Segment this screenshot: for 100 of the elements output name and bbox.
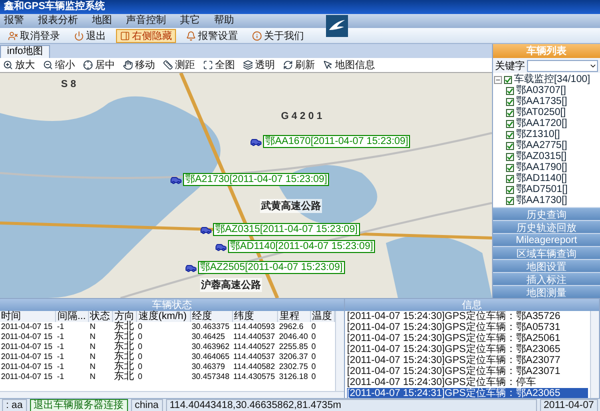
- map-tool-button[interactable]: 透明: [242, 58, 276, 72]
- tree-item[interactable]: 鄂AT0250[]: [516, 107, 566, 118]
- checkbox[interactable]: [506, 196, 514, 204]
- checkbox[interactable]: [506, 108, 514, 116]
- column-header[interactable]: 间隔...: [56, 311, 89, 322]
- map-tool-button[interactable]: 全图: [202, 58, 236, 72]
- column-header[interactable]: 里程: [278, 311, 310, 322]
- menu-item[interactable]: 帮助: [214, 15, 234, 27]
- status-text: 2011-04-07: [540, 398, 598, 411]
- tree-item[interactable]: 鄂AA1735[]: [516, 96, 568, 107]
- tree-item[interactable]: 鄂AD7501[]: [516, 184, 568, 195]
- table-cell-text: 东北: [112, 332, 135, 342]
- vehicle-label: 鄂AZ0315[2011-04-07 15:23:09]: [213, 223, 360, 236]
- table-cell-text: 3206.37: [278, 352, 309, 362]
- checkbox[interactable]: [506, 86, 514, 94]
- toolbar-button[interactable]: 关于我们: [248, 28, 308, 42]
- menu-item[interactable]: 声音控制: [126, 15, 166, 27]
- checkbox[interactable]: [506, 120, 514, 128]
- table-cell: 0: [136, 322, 191, 332]
- map-tool-button[interactable]: 移动: [122, 58, 156, 72]
- table-cell: 30.463375: [190, 322, 232, 332]
- toolbar-button[interactable]: 退出: [70, 28, 110, 42]
- table-cell-text: 东北: [112, 352, 135, 362]
- scrollbar[interactable]: [0, 391, 344, 398]
- tree-item[interactable]: 车载监控[34/100]: [514, 74, 590, 85]
- tree-item[interactable]: 鄂AA2775[]: [516, 140, 568, 151]
- table-cell-text: 30.46379: [190, 362, 226, 372]
- tree-item[interactable]: 鄂AZ0315[]: [516, 151, 567, 162]
- tree-item[interactable]: 鄂Z1310[]: [516, 129, 560, 140]
- map-tool-button[interactable]: 放大: [2, 58, 36, 72]
- log-entry[interactable]: [2011-04-07 15:24:30]GPS定位车辆：鄂A25061: [347, 333, 588, 344]
- zoom-in-icon: [3, 60, 13, 70]
- checkbox[interactable]: [506, 186, 514, 194]
- tree-item[interactable]: 鄂AA1730[]: [516, 195, 568, 206]
- log-entry[interactable]: [2011-04-07 15:24:30]GPS定位车辆：鄂A23071: [347, 366, 588, 377]
- map-tool-button[interactable]: 地图信息: [322, 58, 376, 72]
- column-header[interactable]: 经度: [190, 311, 232, 322]
- column-header[interactable]: 速度(km/h): [136, 311, 191, 322]
- toolbar-button[interactable]: 报警设置: [182, 28, 242, 42]
- table-cell-text: 0: [310, 332, 317, 342]
- checkbox[interactable]: [506, 174, 514, 182]
- scrollbar[interactable]: [590, 311, 599, 398]
- map-tool-button[interactable]: 居中: [82, 58, 116, 72]
- checkbox[interactable]: [504, 76, 512, 84]
- status-text: 退出车辆服务器连接: [30, 398, 128, 411]
- table-cell-text: 30.464065: [190, 352, 230, 362]
- toolbar-button[interactable]: 取消登录: [4, 28, 64, 42]
- tree-item[interactable]: 鄂AD1140[]: [516, 173, 567, 184]
- column-header[interactable]: 方向: [112, 311, 137, 322]
- checkbox[interactable]: [506, 130, 514, 138]
- menu-item[interactable]: 报警: [4, 15, 24, 27]
- table-cell-text: N: [88, 362, 97, 372]
- table-cell: 2962.6: [278, 322, 310, 332]
- log-entry[interactable]: [2011-04-07 15:24:30]GPS定位车辆：停车: [347, 377, 588, 388]
- map-tool-button[interactable]: 缩小: [42, 58, 76, 72]
- log-entry[interactable]: [2011-04-07 15:24:30]GPS定位车辆：鄂A35726: [347, 311, 588, 322]
- checkbox[interactable]: [506, 152, 514, 160]
- table-cell-text: 0: [310, 362, 317, 372]
- menu-item[interactable]: 报表分析: [38, 15, 78, 27]
- log-entry[interactable]: [2011-04-07 15:24:31]GPS定位车辆：鄂A23065: [347, 388, 588, 399]
- checkbox[interactable]: [506, 98, 514, 106]
- tree-expander-icon[interactable]: [494, 76, 502, 84]
- menu-item[interactable]: 其它: [180, 15, 200, 27]
- panel-icon: [120, 30, 130, 40]
- vehicle-label: 鄂AA1670[2011-04-07 15:23:09]: [263, 135, 410, 148]
- map-tool-button[interactable]: 刷新: [282, 58, 316, 72]
- scrollbar[interactable]: [335, 311, 344, 391]
- checkbox[interactable]: [506, 164, 514, 172]
- column-header[interactable]: 温度: [310, 311, 334, 322]
- tree-item[interactable]: 鄂A03707[]: [516, 85, 566, 96]
- road-label: 沪蓉高速公路: [200, 278, 262, 292]
- power-icon: [74, 30, 84, 40]
- table-cell-text: 0: [136, 372, 144, 382]
- toolbar-button[interactable]: 右侧隐藏: [116, 28, 176, 42]
- map-tool-button[interactable]: 测距: [162, 58, 196, 72]
- column-header[interactable]: 纬度: [232, 311, 278, 322]
- user-cross-icon: [8, 30, 18, 40]
- vehicle-label: 鄂AD1140[2011-04-07 15:23:09]: [228, 240, 376, 253]
- map-tab[interactable]: info地图: [0, 45, 50, 58]
- tree-item[interactable]: 鄂AA1790[]: [516, 162, 568, 173]
- ruler-icon: [163, 60, 173, 70]
- menu-item[interactable]: 地图: [92, 15, 112, 27]
- column-header[interactable]: 时间: [0, 311, 56, 322]
- table-cell-text: 2011-04-07 15: [0, 362, 54, 372]
- tree-item[interactable]: 鄂AA1720[]: [516, 118, 568, 129]
- checkbox[interactable]: [506, 142, 514, 150]
- table-cell-text: 2302.75: [278, 362, 309, 372]
- log-entry[interactable]: [2011-04-07 15:24:30]GPS定位车辆：鄂A05731: [347, 322, 588, 333]
- table-cell-text: 2011-04-07 15: [0, 342, 54, 352]
- log-entry[interactable]: [2011-04-07 15:24:30]GPS定位车辆：鄂A23077: [347, 355, 588, 366]
- pointer-icon: [323, 60, 333, 70]
- table-cell-text: N: [88, 352, 97, 362]
- table-cell-text: 114.440537: [232, 352, 276, 362]
- table-cell-text: 东北: [112, 362, 135, 372]
- window-title: 鑫和GPS车辆监控系统: [4, 1, 106, 13]
- column-header[interactable]: 状态: [88, 311, 113, 322]
- status-text: china: [130, 398, 163, 411]
- log-entry[interactable]: [2011-04-07 15:24:30]GPS定位车辆：鄂A23065: [347, 344, 588, 355]
- table-cell-text: N: [88, 372, 97, 382]
- table-cell: 0: [310, 322, 334, 332]
